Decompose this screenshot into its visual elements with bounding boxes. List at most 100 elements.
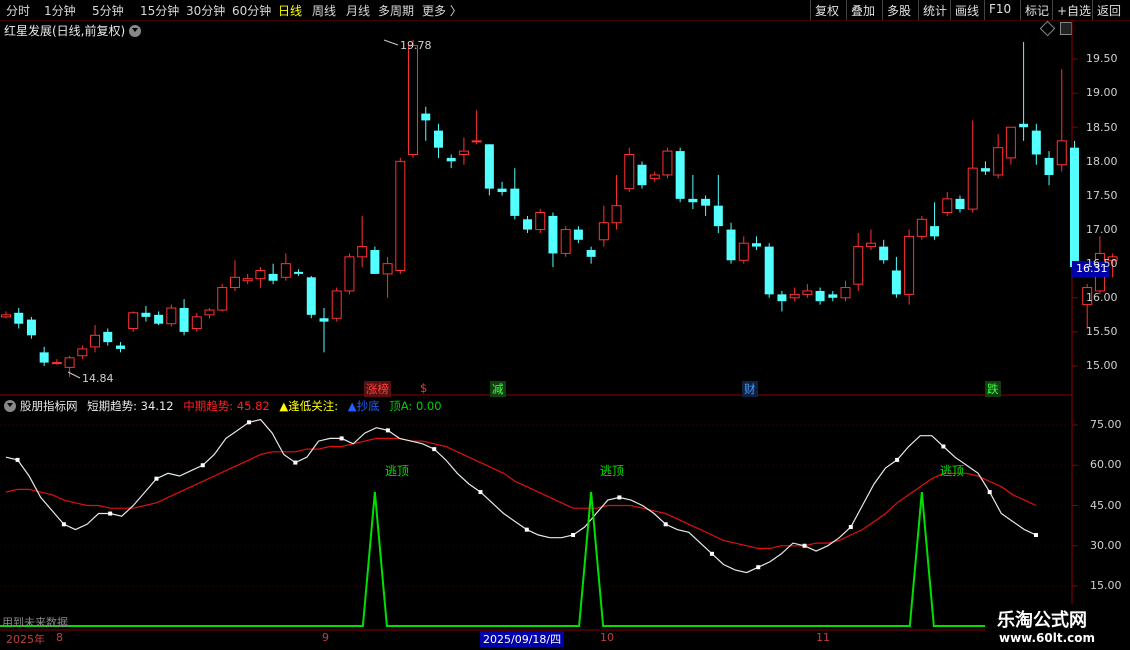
candle-body-down	[446, 157, 456, 162]
candle-body-down	[103, 331, 113, 343]
candle-body-up	[789, 293, 800, 299]
top-signal-label: 逃顶	[600, 464, 625, 478]
candle-body-up	[967, 167, 978, 210]
short-trend-marker	[385, 428, 390, 433]
candle-body-down	[891, 270, 901, 295]
candle-body-down	[421, 113, 431, 121]
candle-body-down	[586, 250, 596, 257]
candle-body-up	[916, 218, 927, 237]
indicator-tick-label: 75.00	[1090, 418, 1122, 431]
event-tag-finance[interactable]: 财	[742, 381, 758, 397]
candle-body-up	[471, 140, 482, 143]
candle-body-down	[294, 271, 304, 274]
candle-body-up	[64, 357, 75, 368]
short-trend-marker	[848, 524, 853, 529]
indicator-title: 股朋指标网 短期趋势: 34.12 中期趋势: 45.82 ▲逢低关注: ▲抄底…	[4, 398, 442, 414]
candle-body-down	[751, 243, 761, 247]
candle-body-up	[242, 278, 253, 282]
watermark-logo: 乐淘公式网 www.60lt.com	[985, 604, 1130, 650]
time-month-label: 8	[56, 631, 63, 644]
candle-body-up	[255, 269, 266, 280]
indicator-bottom-pick: ▲抄底	[347, 399, 380, 413]
short-trend-marker	[617, 495, 622, 500]
candle-body-down	[879, 246, 889, 261]
candle-body-up	[331, 290, 342, 319]
indicator-series	[0, 418, 1072, 627]
price-tick-label: 16.00	[1086, 291, 1118, 304]
candle-body-down	[777, 294, 787, 302]
candle-body-down	[115, 345, 125, 349]
candle-body-up	[1, 314, 11, 318]
mid-trend-line	[5, 437, 1037, 549]
chevron-down-icon[interactable]	[4, 400, 16, 412]
candle-body-down	[154, 314, 164, 324]
price-tick-label: 18.50	[1086, 121, 1118, 134]
candle-body-down	[268, 273, 278, 281]
candle-body-up	[382, 263, 393, 275]
candle-body-down	[955, 198, 965, 210]
short-trend-marker	[987, 490, 992, 495]
candle-body-down	[675, 151, 685, 199]
stock-chart-app: 分时 1分钟 5分钟 15分钟 30分钟 60分钟 日线 周线 月线 多周期 更…	[0, 0, 1130, 650]
candle-body-up	[51, 362, 62, 365]
time-axis: 2025年 8 9 10 11 2025/09/18/四	[0, 631, 1072, 650]
indicator-tick-label: 15.00	[1090, 579, 1122, 592]
low-price-label: 14.84	[82, 372, 114, 385]
short-trend-marker	[571, 533, 576, 538]
candle-body-down	[828, 294, 838, 298]
candle-body-up	[738, 242, 749, 261]
indicator-tick-label: 45.00	[1090, 499, 1122, 512]
event-tag-drop[interactable]: 跌	[985, 381, 1001, 397]
short-trend-marker	[432, 447, 437, 452]
short-trend-marker	[709, 551, 714, 556]
candle-body-down	[1044, 157, 1054, 175]
candle-body-down	[1069, 147, 1079, 268]
candle-body-up	[280, 263, 291, 278]
candle-body-up	[229, 276, 240, 289]
price-tick-label: 17.50	[1086, 189, 1118, 202]
high-price-label: 19.78	[400, 39, 432, 52]
candle-body-up	[1005, 126, 1016, 159]
short-trend-marker	[1034, 533, 1038, 538]
short-trend-marker	[15, 457, 20, 462]
candle-body-up	[128, 312, 139, 329]
candle-body-down	[764, 246, 774, 295]
indicator-tick-label: 60.00	[1090, 458, 1122, 471]
chart-canvas[interactable]	[0, 0, 1130, 650]
indicator-mid-trend: 中期趋势: 45.82	[183, 399, 270, 413]
indicator-buy-low: ▲逢低关注:	[279, 399, 339, 413]
candle-body-down	[370, 250, 380, 274]
candlestick-series	[1, 39, 1118, 377]
short-trend-marker	[524, 527, 529, 532]
short-trend-marker	[154, 476, 159, 481]
indicator-tick-label: 30.00	[1090, 539, 1122, 552]
candle-body-down	[637, 164, 647, 186]
candle-body-up	[191, 316, 202, 329]
price-tick-label: 19.00	[1086, 86, 1118, 99]
candle-body-up	[611, 205, 622, 224]
short-trend-marker	[941, 444, 946, 449]
top-signal-label: 逃顶	[940, 464, 965, 478]
watermark-name: 乐淘公式网	[997, 610, 1087, 631]
short-trend-marker	[339, 436, 344, 441]
candle-body-up	[840, 287, 851, 299]
candle-body-down	[548, 215, 558, 254]
candle-body-up	[395, 160, 406, 271]
event-tag-reduce[interactable]: 减	[490, 381, 506, 397]
candle-body-up	[598, 222, 609, 241]
event-tag-money[interactable]: $	[418, 381, 429, 395]
candle-body-down	[573, 229, 583, 240]
candle-body-up	[993, 147, 1004, 176]
candle-body-down	[484, 144, 494, 189]
future-data-note: 用到未来数据	[2, 616, 68, 629]
indicator-short-trend: 短期趋势: 34.12	[87, 399, 174, 413]
candle-body-down	[141, 312, 151, 317]
candle-body-up	[802, 290, 813, 295]
candle-body-down	[14, 312, 24, 324]
short-trend-marker	[756, 565, 761, 570]
event-tag-limit-up[interactable]: 涨榜	[364, 381, 391, 397]
candle-body-down	[1019, 123, 1029, 128]
candle-body-down	[319, 318, 329, 322]
time-month-label: 9	[322, 631, 329, 644]
candle-body-down	[688, 198, 698, 203]
